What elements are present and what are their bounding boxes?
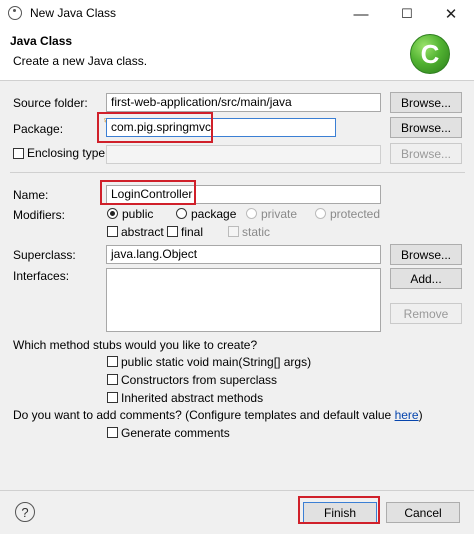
name-highlight-box xyxy=(100,180,196,205)
comments-question: Do you want to add comments? (Configure … xyxy=(13,408,423,422)
name-label: Name: xyxy=(13,188,49,202)
stub-inherited-label: Inherited abstract methods xyxy=(121,391,264,405)
separator xyxy=(10,172,465,173)
cancel-button[interactable]: Cancel xyxy=(386,502,460,523)
modifier-static-checkbox[interactable] xyxy=(228,226,239,237)
modifier-public-radio[interactable] xyxy=(107,208,118,219)
interfaces-add-button[interactable]: Add... xyxy=(390,268,462,289)
superclass-browse-button[interactable]: Browse... xyxy=(390,244,462,265)
maximize-button[interactable]: ☐ xyxy=(384,0,430,28)
modifier-private-label: private xyxy=(261,207,298,221)
enclosing-type-browse-button[interactable]: Browse... xyxy=(390,143,462,164)
stub-inherited-checkbox[interactable] xyxy=(107,392,118,403)
package-highlight-box xyxy=(97,112,213,143)
comments-question-close: ) xyxy=(418,408,423,422)
eclipse-app-icon xyxy=(8,6,22,20)
modifier-private-radio[interactable] xyxy=(246,208,257,219)
footer-separator xyxy=(0,490,474,491)
stub-main-label: public static void main(String[] args) xyxy=(121,355,312,369)
modifier-abstract-checkbox[interactable] xyxy=(107,226,118,237)
banner-subtitle: Create a new Java class. xyxy=(13,54,148,68)
modifier-final-label: final xyxy=(181,225,204,239)
enclosing-type-field[interactable] xyxy=(106,145,381,164)
method-stubs-question: Which method stubs would you like to cre… xyxy=(13,338,258,352)
finish-highlight-box xyxy=(298,496,380,524)
modifier-static-label: static xyxy=(242,225,271,239)
stub-constructors-label: Constructors from superclass xyxy=(121,373,278,387)
window-title: New Java Class xyxy=(30,6,117,20)
enclosing-type-label: Enclosing type: xyxy=(27,146,109,160)
enclosing-type-checkbox[interactable] xyxy=(13,148,24,159)
source-folder-label: Source folder: xyxy=(13,96,88,110)
superclass-field[interactable]: java.lang.Object xyxy=(106,245,381,264)
minimize-button[interactable]: — xyxy=(338,0,384,28)
package-label: Package: xyxy=(13,122,64,136)
modifiers-label: Modifiers: xyxy=(13,208,66,222)
stub-main-checkbox[interactable] xyxy=(107,356,118,367)
close-button[interactable]: ✕ xyxy=(428,0,474,28)
banner-title: Java Class xyxy=(10,34,73,48)
generate-comments-checkbox[interactable] xyxy=(107,427,118,438)
modifier-protected-radio[interactable] xyxy=(315,208,326,219)
modifier-package-radio[interactable] xyxy=(176,208,187,219)
generate-comments-label: Generate comments xyxy=(121,426,230,440)
interfaces-remove-button[interactable]: Remove xyxy=(390,303,462,324)
source-folder-field[interactable]: first-web-application/src/main/java xyxy=(106,93,381,112)
comments-question-text: Do you want to add comments? (Configure … xyxy=(13,408,395,422)
stub-constructors-checkbox[interactable] xyxy=(107,374,118,385)
help-icon[interactable]: ? xyxy=(15,502,35,522)
modifier-package-label: package xyxy=(191,207,237,221)
interfaces-label: Interfaces: xyxy=(13,269,70,283)
modifier-abstract-label: abstract xyxy=(121,225,164,239)
modifier-final-checkbox[interactable] xyxy=(167,226,178,237)
modifier-public-label: public xyxy=(122,207,154,221)
superclass-label: Superclass: xyxy=(13,248,76,262)
package-browse-button[interactable]: Browse... xyxy=(390,117,462,138)
java-class-logo-icon: C xyxy=(410,34,450,74)
source-folder-browse-button[interactable]: Browse... xyxy=(390,92,462,113)
configure-templates-link[interactable]: here xyxy=(395,408,419,422)
interfaces-list[interactable] xyxy=(106,268,381,332)
modifier-protected-label: protected xyxy=(330,207,381,221)
